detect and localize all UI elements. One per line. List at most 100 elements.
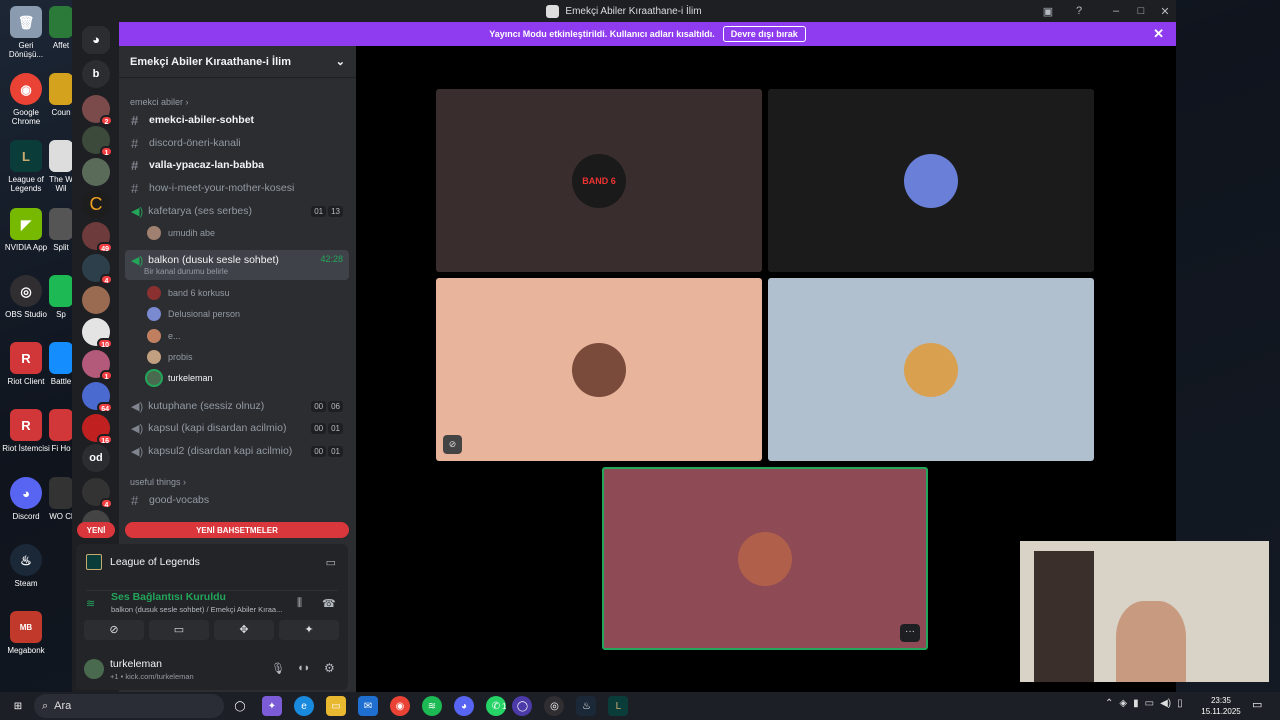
desktop-icon-2-5[interactable]: Battle: [48, 342, 74, 386]
server-icon[interactable]: 1: [82, 126, 113, 157]
desktop-icon-2-2[interactable]: The W Wil: [48, 140, 74, 193]
chrome-icon[interactable]: ◉: [390, 696, 410, 716]
league-icon[interactable]: L: [608, 696, 629, 716]
server-b[interactable]: b: [82, 60, 110, 88]
participant-tile-self[interactable]: ···: [602, 467, 928, 650]
desktop-icon-obs[interactable]: ◎ OBS Studio: [1, 275, 51, 319]
server-icon[interactable]: [82, 158, 110, 186]
server-icon[interactable]: 49: [82, 222, 113, 253]
desktop-icon-riot-istemcisi[interactable]: R Riot İstemcisi: [1, 409, 51, 453]
task-view-icon[interactable]: ◯: [230, 696, 250, 716]
call-action-soundboard[interactable]: ✦: [279, 620, 339, 640]
participant-tile-1[interactable]: BAND 6: [436, 89, 762, 272]
channel-status[interactable]: Bir kanal durumu belirle: [144, 267, 228, 276]
noise-suppression-icon[interactable]: ⫼: [297, 597, 302, 610]
voice-channel-kapsul[interactable]: ◀) kapsul (kapi disardan acilmio) 00 01: [125, 418, 349, 438]
new-mentions-bar[interactable]: YENİ BAHSETMELER: [125, 522, 349, 538]
voice-channel-kutuphane[interactable]: ◀) kutuphane (sessiz olnuz) 00 06: [125, 396, 349, 416]
server-icon[interactable]: C: [82, 190, 110, 218]
voice-member-self[interactable]: turkeleman: [147, 369, 347, 387]
discord-icon[interactable]: ◕: [454, 696, 474, 716]
edge-icon[interactable]: e: [294, 696, 314, 716]
desktop-icon-discord[interactable]: ◕ Discord: [1, 477, 51, 521]
file-explorer-icon[interactable]: ▭: [326, 696, 346, 716]
voice-member[interactable]: umudih abe: [147, 224, 347, 242]
desktop-icon-recycle-bin[interactable]: 🗑 Geri Dönüşü...: [1, 6, 51, 59]
desktop-icon-league[interactable]: L League of Legends: [1, 140, 51, 193]
close-icon[interactable]: ✕: [1153, 26, 1164, 42]
spotify-icon[interactable]: ≋: [422, 696, 442, 716]
steam-icon: ♨: [10, 544, 42, 576]
category-emekci-abiler[interactable]: emekci abiler ›: [130, 97, 189, 107]
desktop-icon-steam[interactable]: ♨ Steam: [1, 544, 51, 588]
notifications-icon[interactable]: ▭: [1252, 698, 1262, 711]
channel-emekci-abiler-sohbet[interactable]: # emekci-abiler-sohbet: [125, 110, 349, 130]
disconnect-icon[interactable]: ☎: [322, 597, 336, 610]
inbox-icon[interactable]: ▣: [1036, 0, 1060, 22]
windows-start-icon[interactable]: ⊞: [8, 696, 28, 716]
desktop-icon-chrome[interactable]: ◉ Google Chrome: [1, 73, 51, 126]
channel-valla-ypacaz[interactable]: # valla-ypacaz-lan-babba: [125, 155, 349, 175]
server-header[interactable]: Emekçi Abiler Kıraathane-i İlim ⌄: [119, 46, 356, 78]
participant-tile-2[interactable]: [768, 89, 1094, 272]
more-options-icon[interactable]: ···: [900, 624, 920, 642]
settings-gear-icon[interactable]: ⚙: [324, 661, 335, 675]
server-icon[interactable]: 16: [82, 414, 113, 445]
channel-how-i-meet[interactable]: # how-i-meet-your-mother-kosesi: [125, 178, 349, 198]
discord-home-icon[interactable]: ◕: [82, 26, 110, 54]
server-icon[interactable]: 4: [82, 254, 113, 285]
headphones-icon[interactable]: ◖◗: [297, 662, 310, 674]
desktop-icon-riot-client[interactable]: R Riot Client: [1, 342, 51, 386]
server-icon[interactable]: [82, 286, 110, 314]
app-icon[interactable]: ◯: [512, 696, 533, 716]
voice-member[interactable]: probis: [147, 348, 347, 366]
copilot-icon[interactable]: ✦: [262, 696, 282, 716]
voice-channel-balkon[interactable]: ◀) balkon (dusuk sesle sohbet) 42:28 Bir ka…: [125, 250, 349, 280]
call-action-activities[interactable]: ✥: [214, 620, 274, 640]
maximize-button[interactable]: □: [1129, 0, 1153, 22]
desktop-icon-2-4[interactable]: Sp: [48, 275, 74, 319]
voice-member[interactable]: Delusional person: [147, 305, 347, 323]
server-icon[interactable]: 10: [82, 318, 113, 349]
desktop-icon-2-0[interactable]: Affet: [48, 6, 74, 50]
activity-row[interactable]: League of Legends: [86, 554, 200, 570]
mention-badge: 16: [97, 434, 113, 445]
desktop-icon-2-7[interactable]: WO Cl: [48, 477, 74, 521]
user-info[interactable]: turkeleman +1 • kick.com/turkeleman: [84, 656, 264, 684]
server-od[interactable]: od: [82, 444, 110, 472]
participant-tile-3[interactable]: ⊘: [436, 278, 762, 461]
obs-icon[interactable]: ◎: [544, 696, 565, 716]
minimize-button[interactable]: –: [1104, 0, 1128, 22]
disable-streamer-mode-button[interactable]: Devre dışı bırak: [722, 26, 806, 42]
close-button[interactable]: ✕: [1153, 0, 1177, 22]
category-useful-things[interactable]: useful things ›: [130, 477, 186, 487]
voice-status[interactable]: Ses Bağlantısı Kuruldu: [111, 591, 226, 603]
desktop-icon-2-1[interactable]: Coun: [48, 73, 74, 117]
voice-member[interactable]: band 6 korkusu: [147, 284, 347, 302]
call-action-camera[interactable]: ⊘: [84, 620, 144, 640]
server-icon[interactable]: 1: [82, 350, 113, 381]
taskbar-search[interactable]: ⌕ Ara: [34, 694, 224, 718]
voice-member[interactable]: e...: [147, 327, 347, 345]
server-icon[interactable]: 2: [82, 95, 113, 126]
desktop-icon-megabonk[interactable]: MB Megabonk: [1, 611, 51, 655]
participant-tile-4[interactable]: [768, 278, 1094, 461]
desktop-icon-2-6[interactable]: Fi Ho: [48, 409, 74, 453]
clock[interactable]: 23:35 15.11.2025: [1200, 695, 1242, 717]
voice-channel-kafetarya[interactable]: ◀) kafetarya (ses serbes) 01 13: [125, 201, 349, 221]
server-icon[interactable]: 64: [82, 382, 113, 413]
microphone-icon[interactable]: 🎙: [271, 662, 285, 675]
system-tray[interactable]: ⌃ ◈ ▮ ▭ ◀) ▯: [1105, 698, 1183, 709]
call-action-screen[interactable]: ▭: [149, 620, 209, 640]
mail-icon[interactable]: ✉: [358, 696, 378, 716]
desktop-icon-2-3[interactable]: Split: [48, 208, 74, 252]
help-icon[interactable]: ?: [1067, 0, 1091, 22]
new-badge[interactable]: YENİ: [77, 522, 115, 538]
voice-channel-kapsul2[interactable]: ◀) kapsul2 (disardan kapi acilmio) 00 01: [125, 441, 349, 461]
steam-icon[interactable]: ♨: [576, 696, 597, 716]
channel-good-vocabs[interactable]: # good-vocabs: [125, 490, 349, 510]
desktop-icon-nvidia[interactable]: ◤ NVIDIA App: [1, 208, 51, 252]
stream-icon[interactable]: ▭: [326, 556, 336, 569]
channel-discord-oneri[interactable]: # discord-öneri-kanali: [125, 133, 349, 153]
server-icon[interactable]: 4: [82, 478, 113, 509]
